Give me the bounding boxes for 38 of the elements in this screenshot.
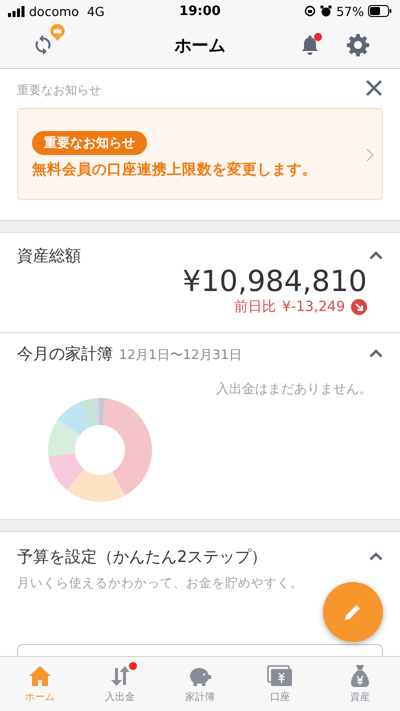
tab-item[interactable]: 入出金 (80, 657, 160, 711)
page-title: ホーム (174, 34, 226, 56)
notice-card[interactable]: 重要なお知らせ 無料会員の口座連携上限数を変更します。 (17, 108, 383, 200)
change-amount: ¥-13,249 (282, 298, 345, 315)
tab-item[interactable]: 家計簿 (160, 657, 240, 711)
alarm-icon (320, 5, 332, 17)
section-title: 今月の家計簿 (17, 344, 113, 366)
tab-item[interactable]: 口座 (240, 657, 320, 711)
section-heading: 重要なお知らせ (17, 82, 101, 98)
clock-time: 19:00 (179, 4, 221, 18)
total-amount: ¥10,984,810 (182, 264, 367, 298)
chevron-up-icon (369, 250, 383, 260)
chevron-up-icon (369, 552, 383, 561)
change-label: 前日比 (234, 298, 276, 316)
battery-icon (368, 5, 392, 17)
rotation-lock-icon (304, 5, 316, 17)
notice-tag: 重要なお知らせ (32, 131, 147, 155)
notice-message: 無料会員の口座連携上限数を変更します。 (32, 160, 317, 179)
piggy-bank-icon (187, 665, 213, 687)
yen-card-icon (267, 665, 293, 687)
empty-message: 入出金はまだありません。 (216, 381, 372, 398)
money-bag-icon (349, 664, 371, 688)
up-down-arrows-icon (109, 665, 131, 687)
section-title: 資産総額 (17, 246, 81, 267)
section-title: 予算を設定（かんたん2ステップ） (17, 547, 268, 568)
section-subtitle: 月いくら使えるかわかって、お金を貯めやすく。 (17, 575, 304, 592)
tab-item[interactable]: 資産 (320, 657, 400, 711)
signal-icon (8, 6, 25, 16)
home-icon (28, 665, 52, 687)
pencil-icon (343, 602, 363, 622)
settings-button[interactable] (344, 31, 372, 59)
tab-item[interactable]: ホーム (0, 657, 80, 711)
chevron-up-icon (369, 349, 383, 358)
chevron-right-icon (366, 148, 374, 162)
carrier-name: docomo (29, 4, 79, 18)
battery-percent: 57% (336, 4, 364, 18)
date-range: 12月1日〜12月31日 (119, 347, 242, 364)
network-type: 4G (86, 4, 105, 18)
